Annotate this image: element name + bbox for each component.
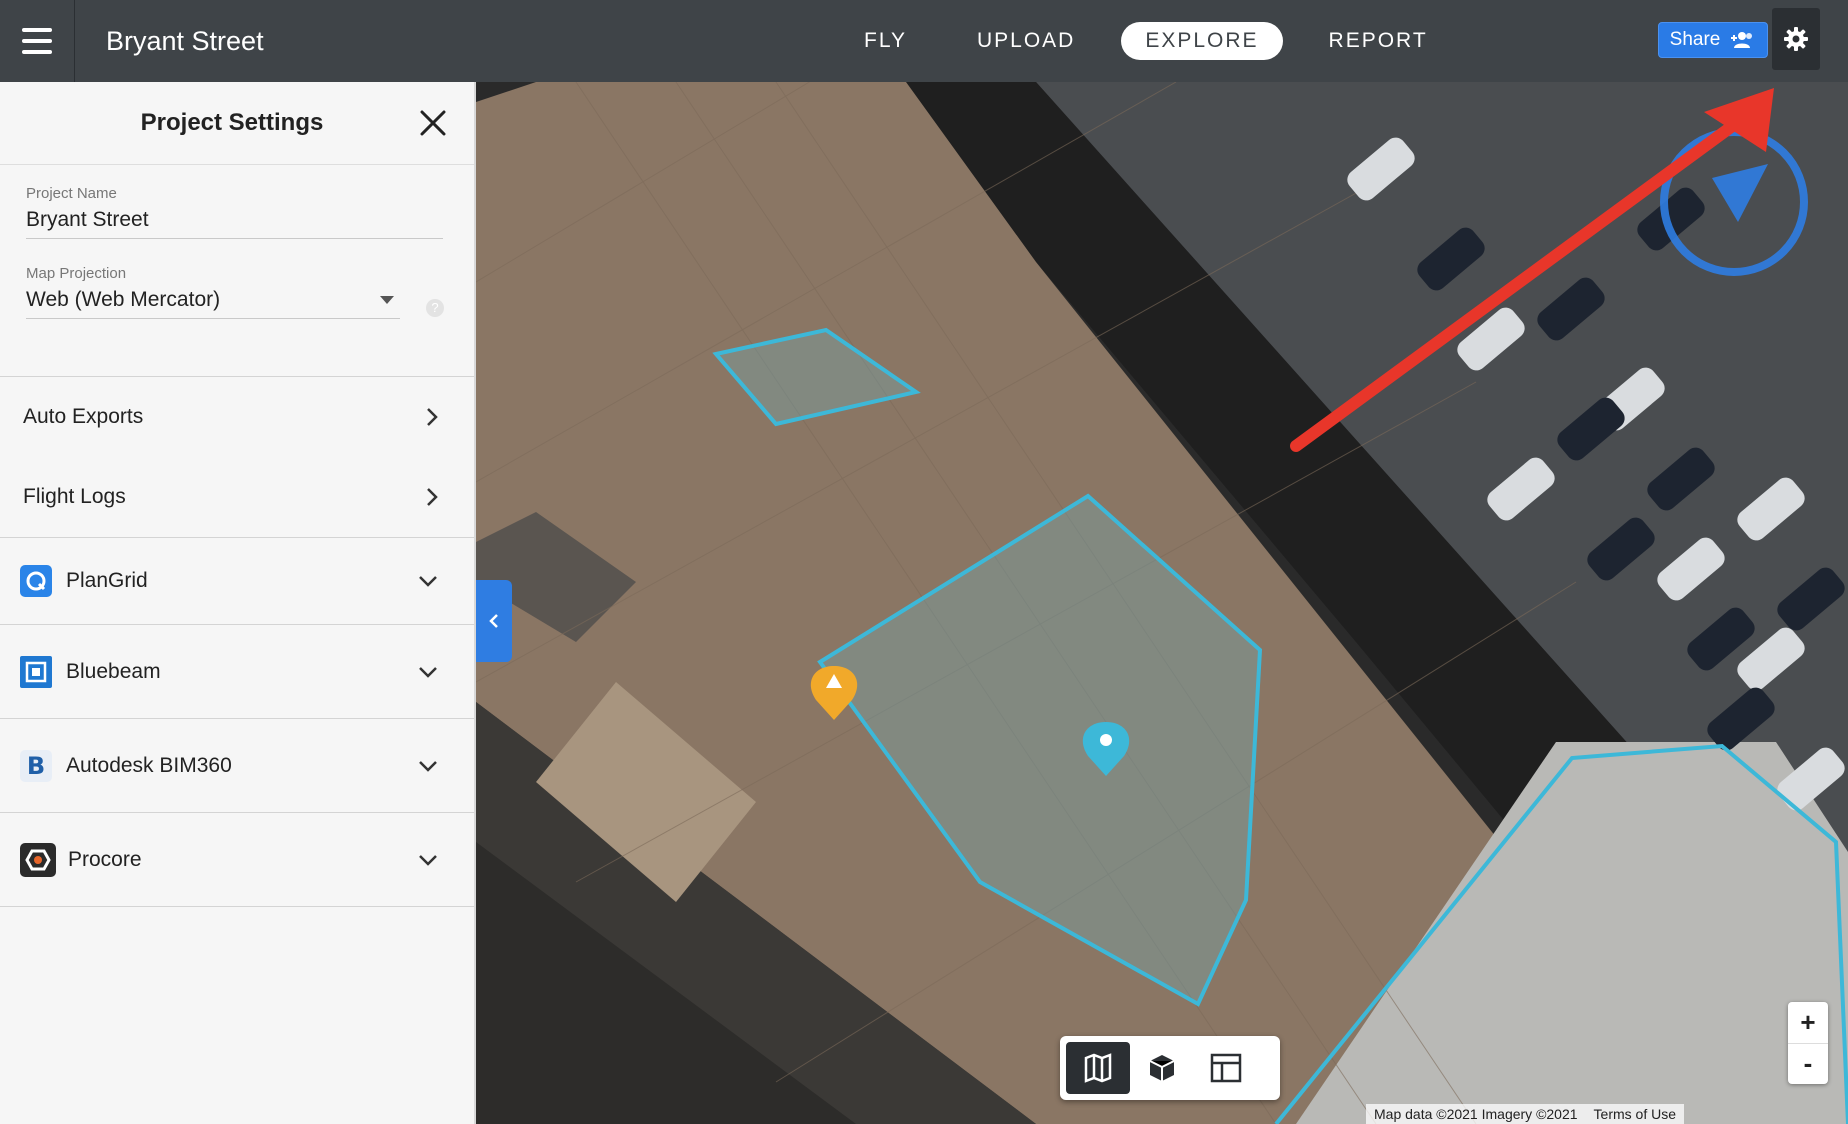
3d-view-button[interactable] <box>1130 1042 1194 1094</box>
share-button[interactable]: Share <box>1658 22 1768 58</box>
chevron-down-icon <box>419 854 437 866</box>
layout-icon <box>1210 1053 1242 1083</box>
settings-gear-button[interactable] <box>1772 8 1820 70</box>
flight-logs-label: Flight Logs <box>23 485 126 508</box>
integration-row-bluebeam[interactable]: Bluebeam <box>0 625 474 719</box>
zoom-control: + - <box>1788 1002 1828 1084</box>
chevron-down-icon <box>419 760 437 772</box>
aerial-imagery <box>476 82 1848 1124</box>
plangrid-label: PlanGrid <box>66 569 148 592</box>
auto-exports-label: Auto Exports <box>23 405 144 428</box>
tab-explore[interactable]: EXPLORE <box>1121 22 1283 60</box>
top-navigation-bar: Bryant Street FLY UPLOAD EXPLORE REPORT … <box>0 0 1848 82</box>
split-view-button[interactable] <box>1194 1042 1258 1094</box>
add-people-icon <box>1731 32 1753 48</box>
chevron-left-icon <box>489 614 498 628</box>
map-projection-field: Map Projection Web (Web Mercator) ? <box>0 265 474 319</box>
map-projection-label: Map Projection <box>26 265 127 282</box>
chevron-down-icon <box>419 666 437 678</box>
zoom-out-button[interactable]: - <box>1788 1042 1828 1085</box>
tab-fly[interactable]: FLY <box>840 22 931 60</box>
attribution-text: Map data ©2021 Imagery ©2021 <box>1374 1106 1578 1122</box>
map-view-toolbar <box>1060 1036 1280 1100</box>
help-icon[interactable]: ? <box>426 298 444 317</box>
auto-exports-row[interactable]: Auto Exports <box>0 376 474 458</box>
bluebeam-label: Bluebeam <box>66 659 161 683</box>
terms-of-use-link[interactable]: Terms of Use <box>1594 1106 1676 1122</box>
hamburger-menu-button[interactable] <box>0 0 75 82</box>
integration-row-bim360[interactable]: B Autodesk BIM360 <box>0 719 474 813</box>
zoom-in-button[interactable]: + <box>1788 1002 1828 1043</box>
map-projection-select[interactable]: Web (Web Mercator) <box>26 288 401 319</box>
dropdown-caret-icon <box>380 296 395 304</box>
collapse-panel-button[interactable] <box>476 580 512 662</box>
flight-logs-row[interactable]: Flight Logs <box>0 457 474 538</box>
integration-row-procore[interactable]: Procore <box>0 813 474 907</box>
chevron-right-icon <box>427 408 438 426</box>
map-attribution: Map data ©2021 Imagery ©2021 Terms of Us… <box>1366 1104 1685 1124</box>
project-title: Bryant Street <box>106 26 264 56</box>
project-settings-panel: Project Settings Project Name Bryant Str… <box>0 82 476 1124</box>
procore-logo-icon <box>20 842 56 877</box>
cube-icon <box>1149 1055 1175 1081</box>
main-nav-tabs: FLY UPLOAD EXPLORE REPORT <box>840 22 1474 60</box>
panel-header: Project Settings <box>0 82 474 165</box>
share-button-label: Share <box>1669 29 1721 50</box>
project-name-field: Project Name Bryant Street <box>0 185 474 239</box>
bim360-label: Autodesk BIM360 <box>66 753 232 777</box>
panel-title: Project Settings <box>140 109 324 136</box>
gear-icon <box>1784 27 1808 51</box>
plangrid-logo-icon <box>20 565 52 597</box>
chevron-right-icon <box>427 488 438 506</box>
integration-row-plangrid[interactable]: PlanGrid <box>0 538 474 625</box>
map-2d-view-button[interactable] <box>1066 1042 1130 1094</box>
map-icon <box>1084 1053 1112 1083</box>
hamburger-icon <box>22 28 52 54</box>
tab-report[interactable]: REPORT <box>1305 22 1452 60</box>
bim360-logo-icon: B <box>20 749 52 782</box>
procore-label: Procore <box>68 847 142 871</box>
chevron-down-icon <box>419 576 437 587</box>
project-name-input[interactable]: Bryant Street <box>26 208 443 239</box>
bluebeam-logo-icon <box>20 655 52 688</box>
tab-upload[interactable]: UPLOAD <box>953 22 1099 60</box>
close-icon[interactable] <box>418 108 448 138</box>
map-projection-value: Web (Web Mercator) <box>26 288 221 311</box>
project-name-label: Project Name <box>26 185 117 202</box>
aerial-map-view[interactable] <box>476 82 1848 1124</box>
